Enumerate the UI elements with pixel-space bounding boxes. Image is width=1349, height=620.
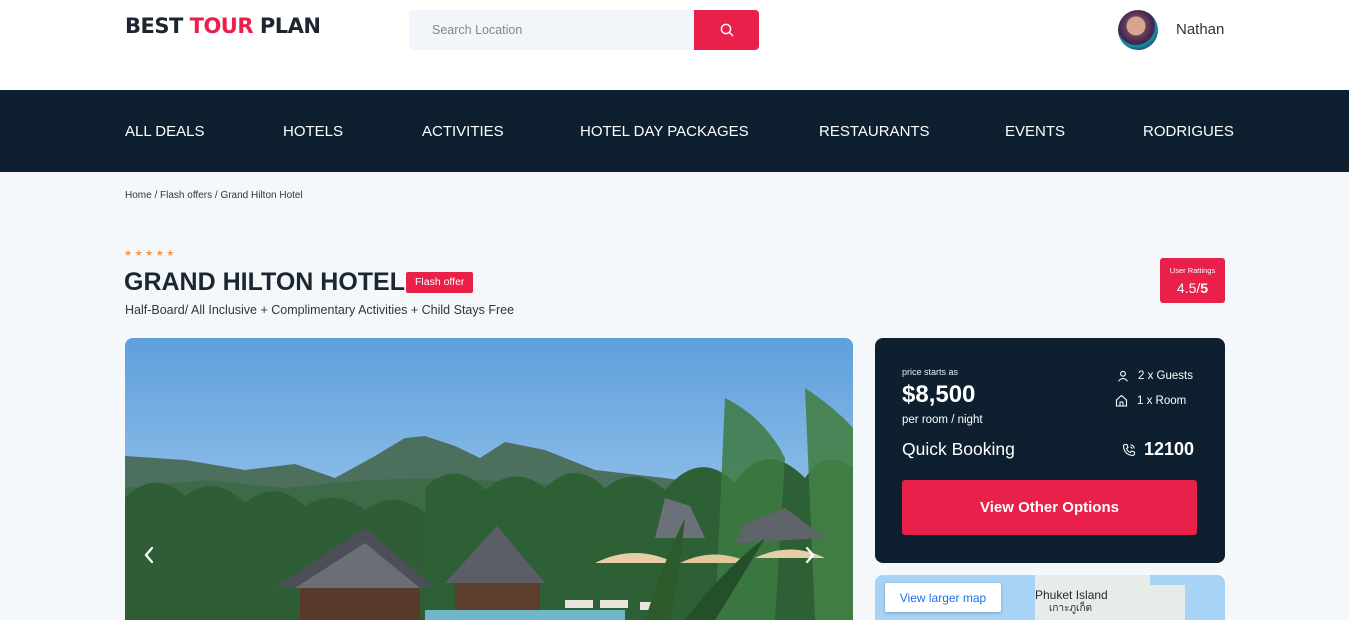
view-larger-map-button[interactable]: View larger map	[885, 583, 1001, 612]
user-rating-value: 4.5/5	[1176, 280, 1209, 296]
booking-card: price starts as $8,500 per room / night …	[875, 338, 1225, 563]
view-other-options-button[interactable]: View Other Options	[902, 480, 1197, 535]
nav-item-events[interactable]: EVENTS	[1005, 123, 1065, 140]
rating-score: 4.5	[1176, 280, 1197, 296]
logo[interactable]: Best Tour Plan	[125, 14, 321, 38]
nav-item-activities[interactable]: ACTIVITIES	[422, 123, 504, 140]
breadcrumb-current: Grand Hilton Hotel	[220, 190, 303, 201]
gallery-prev-button[interactable]	[143, 546, 173, 576]
logo-text-tour: Tour	[189, 14, 254, 38]
gallery-next-button[interactable]	[804, 546, 834, 576]
search-bar	[409, 10, 759, 50]
top-header: Best Tour Plan Nathan	[0, 0, 1349, 90]
quick-booking-label: Quick Booking	[902, 439, 1015, 459]
hotel-subtitle: Half-Board/ All Inclusive + Complimentar…	[125, 303, 515, 317]
chevron-right-icon	[805, 546, 815, 564]
nav-item-hotel-day-packages[interactable]: HOTEL DAY PACKAGES	[580, 123, 749, 140]
guests-selector[interactable]: 2 x Guests	[1117, 370, 1193, 382]
price-value: $8,500	[902, 381, 976, 408]
rooms-count: 1 x Room	[1137, 394, 1187, 407]
breadcrumb-separator: /	[154, 190, 158, 201]
star-rating: ★★★★★	[124, 249, 177, 259]
user-rating-label: User Rattings	[1169, 266, 1216, 275]
hotel-photo	[125, 338, 853, 620]
breadcrumb: Home / Flash offers / Grand Hilton Hotel	[125, 190, 303, 201]
search-button[interactable]	[694, 10, 759, 50]
location-map[interactable]: View larger map Phuket Island เกาะภูเก็ต	[875, 575, 1225, 620]
nav-item-restaurants[interactable]: RESTAURANTS	[819, 123, 930, 140]
user-icon	[1118, 370, 1128, 382]
nav-item-hotels[interactable]: HOTELS	[283, 123, 343, 140]
user-rating-badge: User Rattings 4.5/5	[1160, 258, 1225, 303]
guests-count: 2 x Guests	[1138, 370, 1193, 382]
avatar[interactable]	[1118, 10, 1158, 50]
home-icon	[1115, 394, 1128, 407]
breadcrumb-separator: /	[214, 190, 218, 201]
hotel-photo-gallery[interactable]	[125, 338, 853, 620]
phone-icon	[1122, 443, 1136, 456]
nav-item-all-deals[interactable]: ALL DEALS	[125, 123, 205, 140]
chevron-left-icon	[144, 546, 154, 564]
price-label: price starts as	[902, 367, 959, 377]
page-title: GRAND HILTON HOTEL	[124, 268, 406, 296]
map-place-label: Phuket Island	[1035, 588, 1108, 602]
main-nav: ALL DEALS HOTELS ACTIVITIES HOTEL DAY PA…	[0, 90, 1349, 172]
phone-number: 12100	[1144, 439, 1195, 459]
price-unit: per room / night	[902, 414, 983, 426]
breadcrumb-flash-offers[interactable]: Flash offers	[160, 190, 212, 201]
nav-item-rodrigues[interactable]: RODRIGUES	[1143, 123, 1234, 140]
breadcrumb-home[interactable]: Home	[125, 190, 152, 201]
user-name[interactable]: Nathan	[1176, 21, 1224, 38]
map-land	[1125, 585, 1185, 620]
search-icon	[720, 23, 733, 37]
flash-offer-badge: Flash offer	[406, 272, 474, 293]
search-input[interactable]	[409, 10, 694, 50]
quick-booking-phone[interactable]: 12100	[1122, 439, 1194, 460]
logo-text-plan: Plan	[259, 14, 321, 38]
map-place-local-label: เกาะภูเก็ต	[1049, 603, 1093, 614]
rooms-selector[interactable]: 1 x Room	[1115, 394, 1186, 407]
rating-max: 5	[1200, 280, 1209, 296]
logo-text-best: Best	[125, 14, 183, 38]
